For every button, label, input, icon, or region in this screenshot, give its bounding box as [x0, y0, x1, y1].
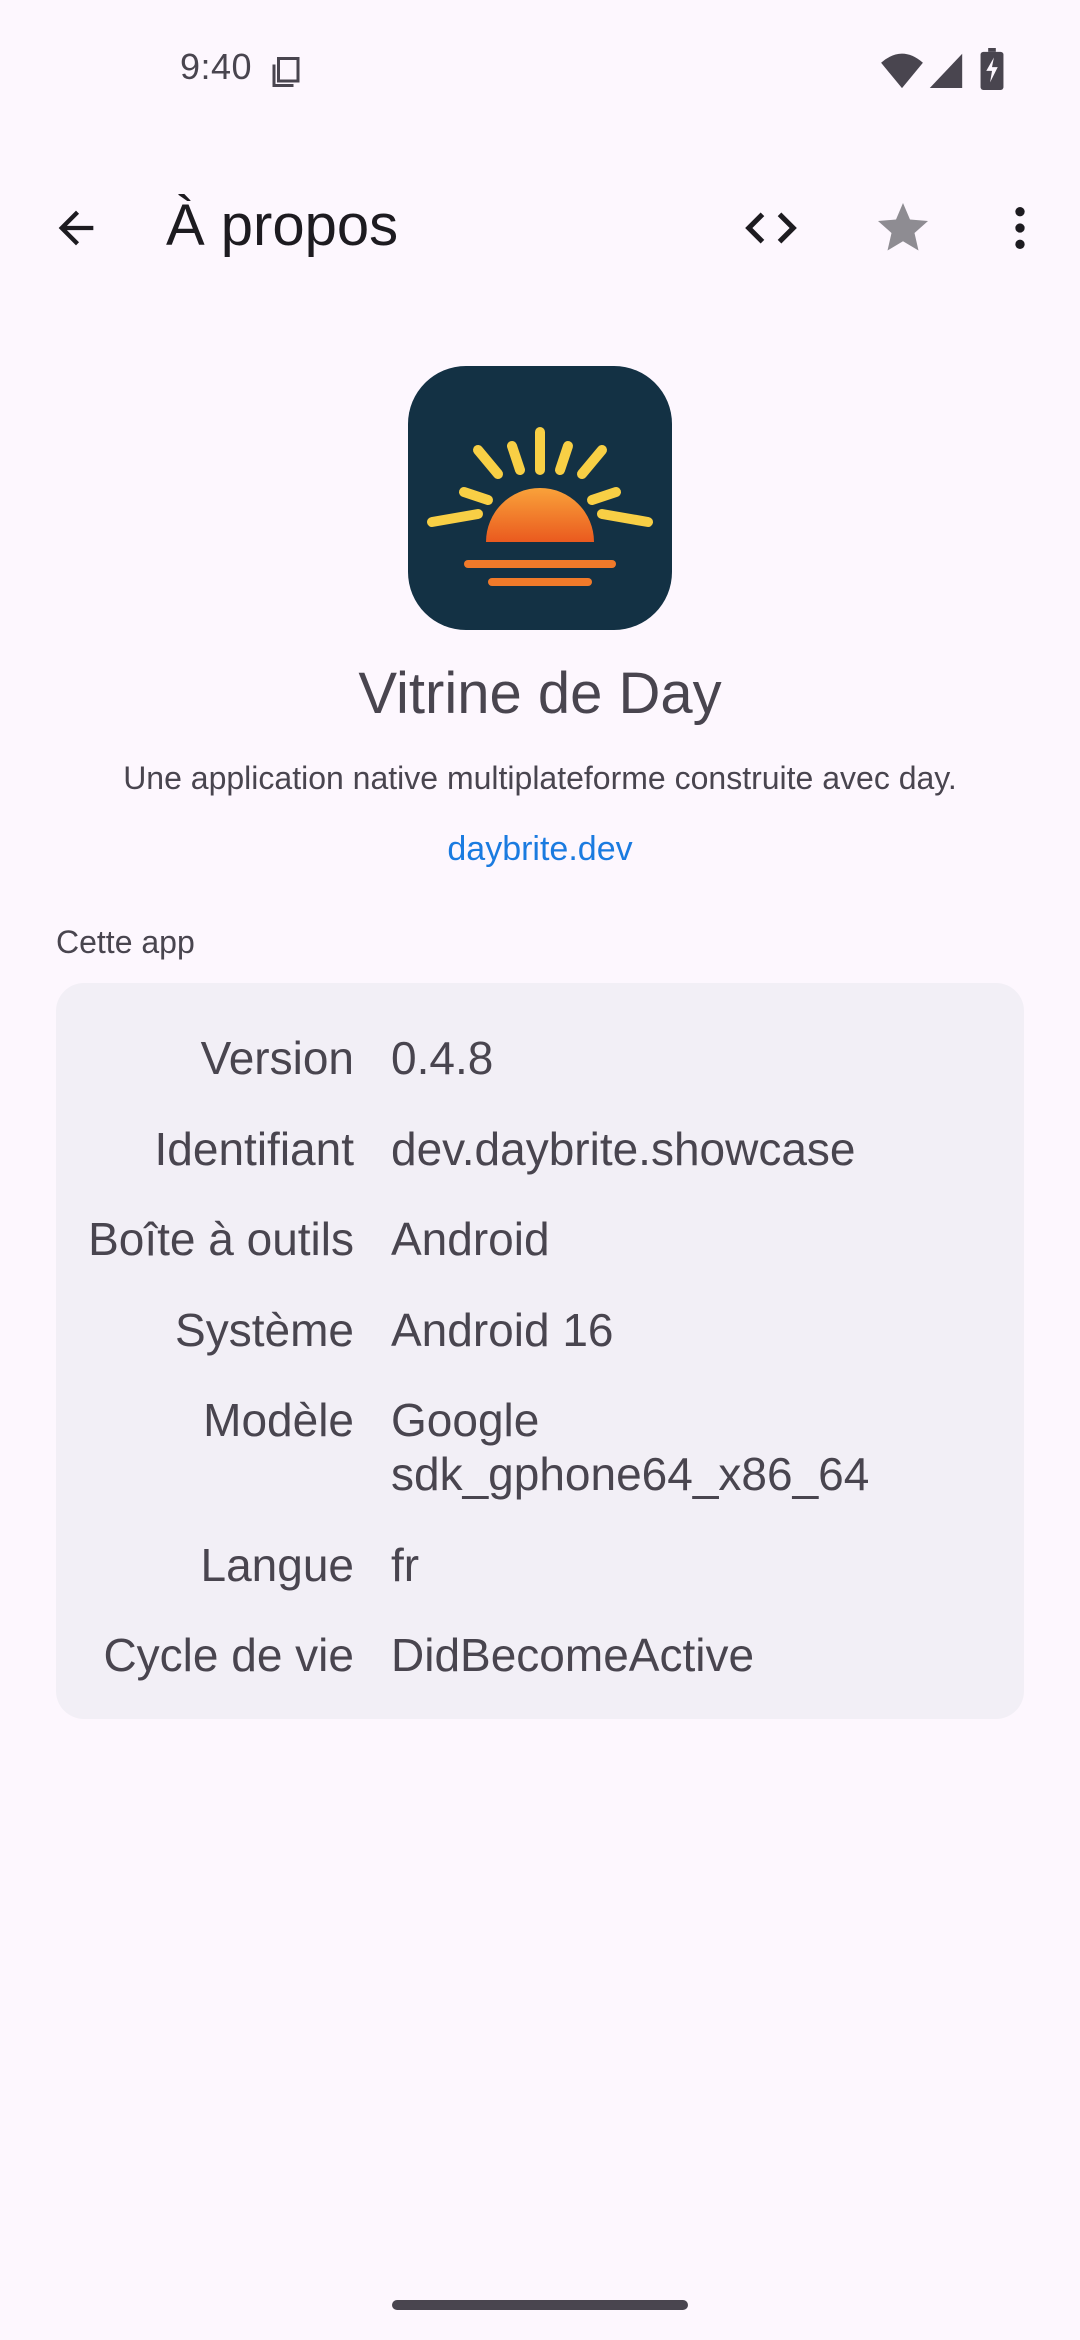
section-label: Cette app: [56, 924, 195, 960]
app-logo-icon: [408, 366, 672, 630]
clipboard-icon: [272, 57, 300, 87]
page-title: À propos: [166, 193, 399, 258]
info-key: Boîte à outils: [88, 1213, 354, 1265]
view-source-button[interactable]: [735, 192, 807, 264]
status-time: 9:40: [180, 46, 253, 87]
app-bar: À propos: [0, 170, 1080, 280]
info-value: Google sdk_gphone64_x86_64: [391, 1394, 870, 1500]
info-key: Langue: [200, 1539, 355, 1591]
info-key: Système: [175, 1304, 354, 1356]
info-key: Version: [200, 1032, 354, 1084]
home-indicator[interactable]: [392, 2300, 688, 2310]
app-info-card: Version 0.4.8 Identifiant dev.daybrite.s…: [56, 983, 1024, 1719]
more-options-button[interactable]: [984, 192, 1056, 264]
code-icon: [745, 212, 797, 244]
info-value: 0.4.8: [391, 1032, 494, 1084]
info-value: Android: [391, 1213, 550, 1265]
info-key: Identifiant: [154, 1123, 354, 1175]
info-key: Cycle de vie: [103, 1629, 354, 1681]
wifi-icon: [881, 53, 923, 89]
info-key: Modèle: [203, 1394, 354, 1446]
star-icon: [878, 203, 928, 251]
info-value: Android 16: [391, 1304, 614, 1356]
website-link[interactable]: daybrite.dev: [0, 830, 1080, 869]
back-button[interactable]: [40, 192, 112, 264]
app-name: Vitrine de Day: [358, 661, 722, 726]
info-value: fr: [391, 1539, 420, 1591]
status-bar: 9:40: [0, 0, 1080, 140]
battery-charging-icon: [980, 48, 1004, 90]
info-value: dev.daybrite.showcase: [391, 1123, 856, 1175]
favorite-button[interactable]: [867, 192, 939, 264]
app-description: Une application native multiplateforme c…: [123, 760, 957, 796]
signal-icon: [929, 53, 963, 88]
back-arrow-icon: [58, 210, 94, 246]
more-vert-icon: [1015, 207, 1025, 249]
info-value: DidBecomeActive: [391, 1629, 755, 1681]
